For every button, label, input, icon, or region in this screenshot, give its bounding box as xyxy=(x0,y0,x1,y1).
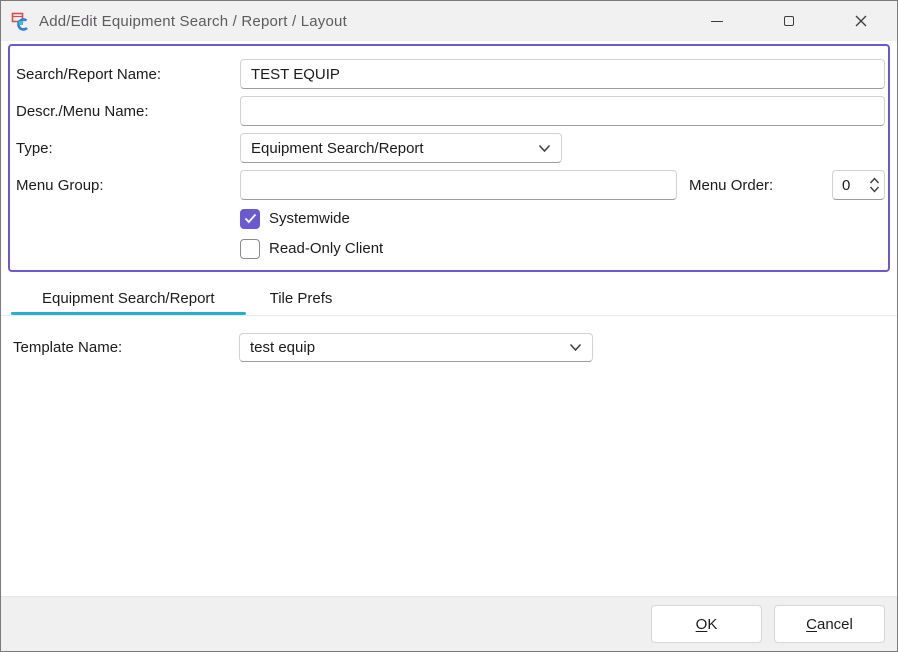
search-report-name-input[interactable] xyxy=(240,59,885,89)
cancel-button[interactable]: Cancel xyxy=(774,605,885,643)
dialog-window: Add/Edit Equipment Search / Report / Lay… xyxy=(0,0,898,652)
cancel-label-rest: ancel xyxy=(817,616,853,633)
descr-menu-name-row: Descr./Menu Name: xyxy=(16,96,885,126)
tab-content: Template Name: test equip xyxy=(1,316,897,596)
chevron-down-icon xyxy=(538,144,551,153)
read-only-client-label: Read-Only Client xyxy=(269,240,383,257)
minimize-icon xyxy=(711,21,723,22)
type-dropdown[interactable]: Equipment Search/Report xyxy=(240,133,562,163)
menu-group-input[interactable] xyxy=(240,170,677,200)
type-dropdown-value: Equipment Search/Report xyxy=(251,140,530,157)
menu-order-value: 0 xyxy=(842,177,869,194)
read-only-client-checkbox[interactable] xyxy=(240,239,260,259)
maximize-button[interactable] xyxy=(753,1,825,41)
tab-bar: Equipment Search/Report Tile Prefs xyxy=(1,281,897,316)
template-name-value: test equip xyxy=(250,339,561,356)
window-title: Add/Edit Equipment Search / Report / Lay… xyxy=(39,13,347,30)
chevron-down-icon xyxy=(569,343,582,352)
search-report-name-label: Search/Report Name: xyxy=(16,66,240,83)
template-name-label: Template Name: xyxy=(13,339,239,356)
ok-label-rest: K xyxy=(707,616,717,633)
ok-label-mnemonic: O xyxy=(696,616,708,633)
maximize-icon xyxy=(784,16,794,26)
checkmark-icon xyxy=(244,213,257,224)
type-row: Type: Equipment Search/Report xyxy=(16,133,885,163)
template-name-dropdown[interactable]: test equip xyxy=(239,333,593,362)
tab-tile-prefs[interactable]: Tile Prefs xyxy=(248,281,355,315)
menu-order-label: Menu Order: xyxy=(689,177,773,194)
menu-group-label: Menu Group: xyxy=(16,177,240,194)
cancel-label-mnemonic: C xyxy=(806,616,817,633)
spinner-updown-icon xyxy=(869,176,880,194)
close-button[interactable] xyxy=(825,1,897,41)
systemwide-checkbox[interactable] xyxy=(240,209,260,229)
systemwide-label: Systemwide xyxy=(269,210,350,227)
close-icon xyxy=(855,15,867,27)
menu-order-spinner[interactable]: 0 xyxy=(832,170,885,200)
descr-menu-name-label: Descr./Menu Name: xyxy=(16,103,240,120)
search-report-name-row: Search/Report Name: xyxy=(16,59,885,89)
template-name-row: Template Name: test equip xyxy=(13,333,897,362)
minimize-button[interactable] xyxy=(681,1,753,41)
menu-group-row: Menu Group: Menu Order: 0 xyxy=(16,170,885,200)
ok-button[interactable]: OK xyxy=(651,605,762,643)
tab-label: Equipment Search/Report xyxy=(42,290,215,307)
systemwide-row: Systemwide xyxy=(16,207,885,230)
titlebar[interactable]: Add/Edit Equipment Search / Report / Lay… xyxy=(1,1,897,41)
tab-equipment-search-report[interactable]: Equipment Search/Report xyxy=(9,281,248,315)
form-panel: Search/Report Name: Descr./Menu Name: Ty… xyxy=(8,44,890,272)
read-only-client-row: Read-Only Client xyxy=(16,237,885,260)
type-label: Type: xyxy=(16,140,240,157)
tab-label: Tile Prefs xyxy=(270,290,333,307)
footer: OK Cancel xyxy=(1,596,897,651)
window-controls xyxy=(681,1,897,41)
app-icon xyxy=(11,12,30,31)
descr-menu-name-input[interactable] xyxy=(240,96,885,126)
